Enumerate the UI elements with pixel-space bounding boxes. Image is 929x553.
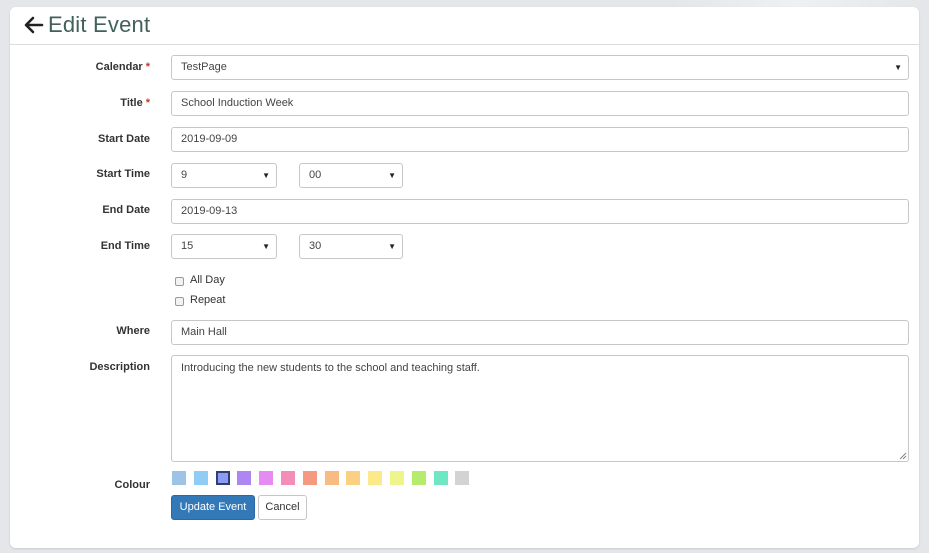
- repeat-label: Repeat: [190, 294, 226, 306]
- colour-swatch[interactable]: [346, 471, 361, 485]
- caret-down-icon: ▼: [388, 171, 396, 180]
- calendar-select[interactable]: TestPage ▼: [171, 55, 909, 80]
- resize-grip-icon[interactable]: [899, 452, 907, 460]
- where-input[interactable]: Main Hall: [171, 320, 909, 345]
- end-hour-select[interactable]: 15 ▼: [171, 234, 277, 259]
- where-label: Where: [116, 325, 150, 337]
- caret-down-icon: ▼: [894, 63, 902, 72]
- start-hour-select[interactable]: 9 ▼: [171, 163, 277, 188]
- start-date-value: 2019-09-09: [181, 133, 238, 145]
- start-time-label: Start Time: [96, 168, 150, 180]
- colour-swatch[interactable]: [411, 471, 426, 485]
- title-input[interactable]: School Induction Week: [171, 91, 909, 116]
- end-time-label: End Time: [100, 240, 150, 252]
- calendar-label-text: Calendar: [95, 61, 143, 73]
- end-date-input[interactable]: 2019-09-13: [171, 199, 909, 224]
- description-value: Introducing the new students to the scho…: [181, 362, 480, 374]
- page-title: Edit Event: [48, 12, 151, 37]
- title-input-value: School Induction Week: [181, 97, 294, 109]
- repeat-checkbox[interactable]: [175, 297, 184, 306]
- colour-swatch[interactable]: [302, 471, 317, 485]
- colour-swatch[interactable]: [237, 471, 252, 485]
- title-label-text: Title: [120, 97, 143, 109]
- colour-swatch[interactable]: [259, 471, 274, 485]
- panel-header: Edit Event: [10, 7, 919, 45]
- colour-swatch[interactable]: [193, 471, 208, 485]
- colour-swatch[interactable]: [433, 471, 448, 485]
- colour-swatch[interactable]: [281, 471, 295, 485]
- start-date-input[interactable]: 2019-09-09: [171, 127, 909, 152]
- end-minute-select[interactable]: 30 ▼: [299, 234, 403, 259]
- colour-label: Colour: [114, 479, 150, 491]
- colour-swatch[interactable]: [215, 471, 230, 485]
- where-input-value: Main Hall: [181, 326, 227, 338]
- end-date-value: 2019-09-13: [181, 205, 238, 217]
- colour-swatch[interactable]: [368, 471, 383, 485]
- cancel-button[interactable]: Cancel: [258, 495, 307, 520]
- required-mark: *: [145, 97, 150, 109]
- title-label: Title *: [10, 97, 150, 109]
- required-mark: *: [145, 61, 150, 73]
- calendar-label: Calendar *: [10, 61, 150, 73]
- all-day-label: All Day: [190, 274, 225, 286]
- description-label: Description: [89, 361, 150, 373]
- calendar-select-value: TestPage: [181, 61, 227, 73]
- colour-swatch[interactable]: [172, 471, 186, 485]
- all-day-checkbox[interactable]: [175, 277, 184, 286]
- description-textarea[interactable]: Introducing the new students to the scho…: [171, 355, 909, 462]
- start-date-label: Start Date: [98, 133, 150, 145]
- caret-down-icon: ▼: [262, 171, 270, 180]
- end-minute-value: 30: [309, 240, 322, 252]
- start-minute-select[interactable]: 00 ▼: [299, 163, 403, 188]
- update-event-button[interactable]: Update Event: [171, 495, 255, 520]
- colour-swatch[interactable]: [455, 471, 470, 485]
- edit-event-panel: Edit Event: [10, 7, 919, 548]
- end-hour-value: 15: [181, 240, 194, 252]
- arrow-left-icon[interactable]: [24, 16, 44, 34]
- start-hour-value: 9: [181, 169, 188, 181]
- colour-swatch[interactable]: [324, 471, 339, 485]
- colour-swatch[interactable]: [390, 471, 404, 485]
- caret-down-icon: ▼: [262, 242, 270, 251]
- start-minute-value: 00: [309, 169, 322, 181]
- end-date-label: End Date: [102, 204, 150, 216]
- caret-down-icon: ▼: [388, 242, 396, 251]
